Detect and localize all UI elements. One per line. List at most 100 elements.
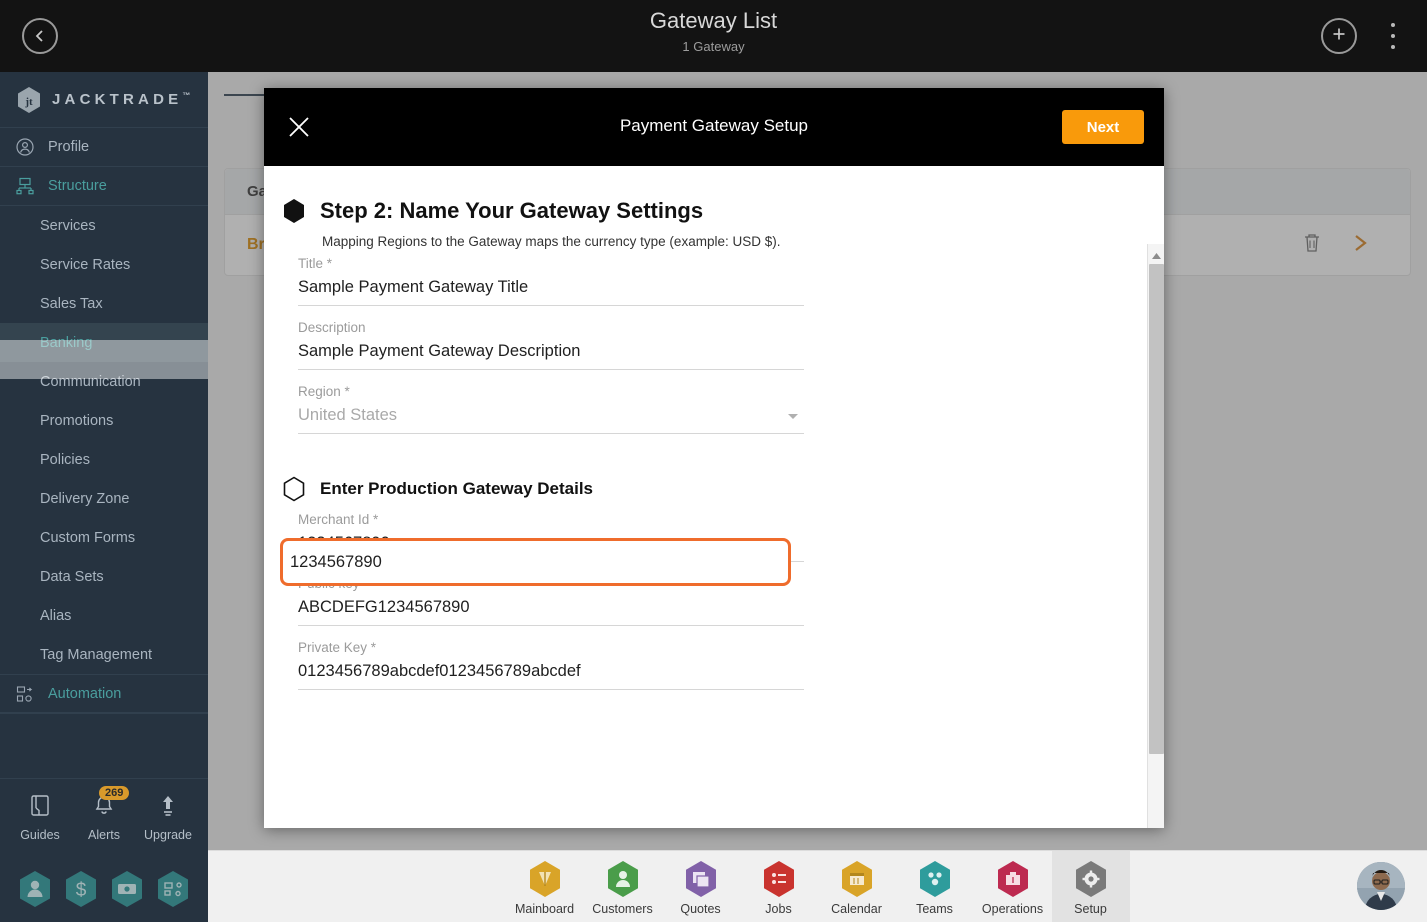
sidebar: jt JACKTRADE™ Profile Structure Services… xyxy=(0,72,208,922)
bottom-nav-calendar[interactable]: Calendar xyxy=(818,851,896,922)
teams-hex-icon xyxy=(918,860,952,898)
sidebar-item-label: Alias xyxy=(40,607,72,624)
sidebar-item-label: Data Sets xyxy=(40,568,104,585)
sidebar-item-banking[interactable]: Banking xyxy=(0,323,208,362)
bottom-nav-label: Mainboard xyxy=(514,901,575,916)
add-gateway-button[interactable] xyxy=(1321,18,1357,54)
app-root: Gateway List 1 Gateway jt JACKTRADE™ Pro… xyxy=(0,0,1427,922)
modal-title: Payment Gateway Setup xyxy=(619,116,809,135)
step-subtitle: Mapping Regions to the Gateway maps the … xyxy=(322,234,781,249)
field-value: 0123456789abcdef0123456789abcdef xyxy=(298,662,581,680)
scroll-up-arrow-icon[interactable] xyxy=(1151,249,1162,260)
sidebar-item-label: Policies xyxy=(40,451,90,468)
upgrade-button[interactable]: Upgrade xyxy=(139,794,197,842)
modal-scrollbar[interactable] xyxy=(1147,244,1164,828)
jobs-hex-icon xyxy=(762,860,796,898)
automation-icon xyxy=(16,685,38,703)
sidebar-item-policies[interactable]: Policies xyxy=(0,440,208,479)
user-circle-icon xyxy=(16,138,38,156)
tool-label: Upgrade xyxy=(144,827,192,842)
bottom-nav-label: Teams xyxy=(916,901,953,916)
scrollbar-thumb[interactable] xyxy=(1149,264,1164,754)
field-label: Description xyxy=(298,320,366,335)
sidebar-item-label: Sales Tax xyxy=(40,295,103,312)
sidebar-quick-actions: $ xyxy=(0,856,208,922)
up-arrow-icon xyxy=(157,794,179,823)
modal-form: Step 2: Name Your Gateway Settings Mappi… xyxy=(264,198,1164,690)
sidebar-item-automation[interactable]: Automation xyxy=(0,674,208,713)
section-title: Enter Production Gateway Details xyxy=(320,479,594,498)
brand-name: JACKTRADE™ xyxy=(52,91,191,108)
bottom-nav-label: Setup xyxy=(1074,901,1107,916)
bottom-nav-jobs[interactable]: Jobs xyxy=(740,851,818,922)
sidebar-item-label: Service Rates xyxy=(40,256,131,273)
kebab-menu-icon xyxy=(1391,23,1395,27)
description-field[interactable]: Description Sample Payment Gateway Descr… xyxy=(298,320,804,370)
bottom-nav-teams[interactable]: Teams xyxy=(896,851,974,922)
modal-body: Step 2: Name Your Gateway Settings Mappi… xyxy=(264,166,1164,828)
region-select[interactable]: Region * United States xyxy=(298,384,804,434)
field-label: Private Key * xyxy=(298,640,377,655)
alerts-badge: 269 xyxy=(99,785,130,800)
sidebar-item-tag-management[interactable]: Tag Management xyxy=(0,635,208,674)
sidebar-item-label: Services xyxy=(40,217,96,234)
sidebar-item-structure[interactable]: Structure xyxy=(0,167,208,206)
sidebar-item-service-rates[interactable]: Service Rates xyxy=(0,245,208,284)
chevron-down-icon xyxy=(788,414,798,419)
tool-label: Guides xyxy=(20,827,60,842)
sidebar-item-data-sets[interactable]: Data Sets xyxy=(0,557,208,596)
more-options-button[interactable] xyxy=(1385,23,1401,49)
sidebar-item-label: Banking xyxy=(40,334,93,351)
sidebar-item-label: Automation xyxy=(48,685,122,702)
field-value: United States xyxy=(298,406,398,424)
sidebar-item-label: Tag Management xyxy=(40,646,153,663)
step-title: Step 2: Name Your Gateway Settings xyxy=(320,198,704,223)
mainboard-hex-icon xyxy=(528,860,562,898)
workflow-hex-icon[interactable] xyxy=(155,869,191,909)
private-key-field[interactable]: Private Key * 0123456789abcdef0123456789… xyxy=(298,640,804,690)
structure-icon xyxy=(16,177,38,195)
bottom-nav-mainboard[interactable]: Mainboard xyxy=(506,851,584,922)
payment-gateway-setup-modal: Payment Gateway Setup Next Step 2: Name … xyxy=(264,88,1164,828)
bottom-nav-setup[interactable]: Setup xyxy=(1051,850,1130,922)
sidebar-item-profile[interactable]: Profile xyxy=(0,128,208,167)
sidebar-item-sales-tax[interactable]: Sales Tax xyxy=(0,284,208,323)
sidebar-item-label: Profile xyxy=(48,139,90,155)
next-button[interactable]: Next xyxy=(1062,110,1144,144)
sidebar-item-alias[interactable]: Alias xyxy=(0,596,208,635)
field-label: Title * xyxy=(298,256,333,271)
sidebar-item-services[interactable]: Services xyxy=(0,206,208,245)
field-label: Region * xyxy=(298,384,350,399)
bottom-nav-customers[interactable]: Customers xyxy=(584,851,662,922)
sidebar-item-custom-forms[interactable]: Custom Forms xyxy=(0,518,208,557)
sidebar-item-label: Promotions xyxy=(40,412,114,429)
dollar-hex-icon[interactable]: $ xyxy=(63,869,99,909)
guides-button[interactable]: Guides xyxy=(11,794,69,842)
field-value: ABCDEFG1234567890 xyxy=(298,598,470,616)
trademark-mark: ™ xyxy=(182,91,191,100)
sidebar-item-communication[interactable]: Communication xyxy=(0,362,208,401)
alerts-button[interactable]: 269 Alerts xyxy=(75,785,133,842)
bottom-nav-quotes[interactable]: Quotes xyxy=(662,851,740,922)
customers-hex-icon xyxy=(606,860,640,898)
page-title: Gateway List xyxy=(649,8,778,33)
sidebar-item-promotions[interactable]: Promotions xyxy=(0,401,208,440)
bottom-nav-label: Customers xyxy=(592,901,653,916)
quotes-hex-icon xyxy=(684,860,718,898)
step-heading: Step 2: Name Your Gateway Settings xyxy=(282,198,1124,224)
operations-hex-icon xyxy=(996,860,1030,898)
title-field[interactable]: Title * Sample Payment Gateway Title xyxy=(298,256,804,306)
person-hex-icon[interactable] xyxy=(17,869,53,909)
top-bar: Gateway List 1 Gateway xyxy=(0,0,1427,72)
field-label: Merchant Id * xyxy=(298,512,379,527)
sidebar-item-delivery-zone[interactable]: Delivery Zone xyxy=(0,479,208,518)
avatar[interactable] xyxy=(1357,862,1405,910)
money-transfer-hex-icon[interactable] xyxy=(109,869,145,909)
bottom-nav-operations[interactable]: Operations xyxy=(974,851,1052,922)
hexagon-outline-icon xyxy=(282,476,306,502)
public-key-field[interactable]: Public key * ABCDEFG1234567890 xyxy=(298,576,804,626)
setup-hex-icon xyxy=(1074,860,1108,898)
sidebar-item-label: Structure xyxy=(48,178,107,194)
svg-text:$: $ xyxy=(76,880,87,901)
bottom-nav: Mainboard Customers Quotes Jobs Calendar xyxy=(208,850,1427,922)
